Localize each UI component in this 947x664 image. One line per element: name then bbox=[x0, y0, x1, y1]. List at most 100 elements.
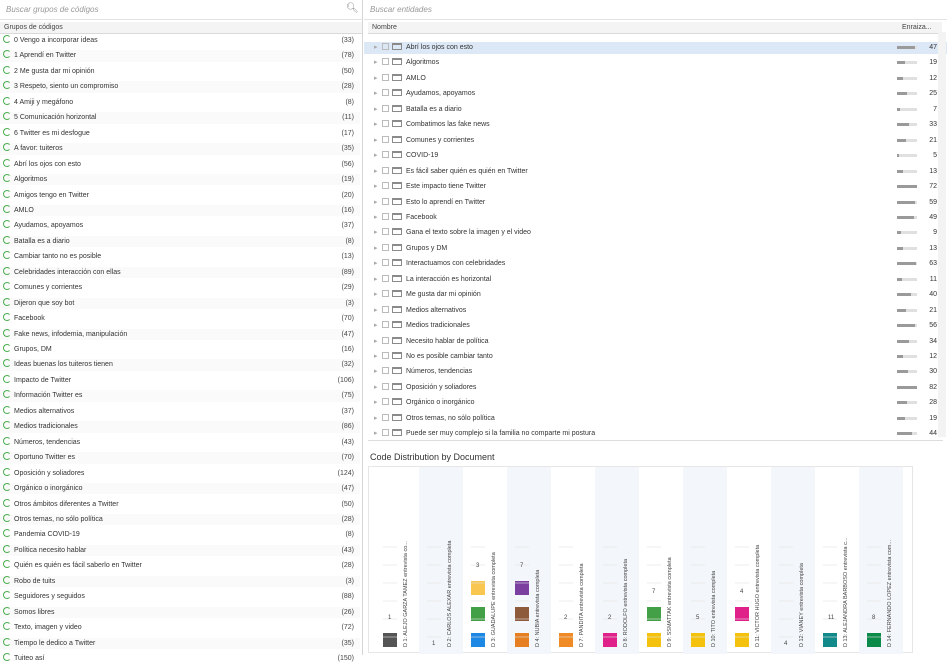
entity-row[interactable]: ▸ Combatimos las fake news 33 bbox=[364, 119, 947, 131]
code-group-item[interactable]: Política necesito hablar (43) bbox=[0, 544, 360, 557]
expand-icon[interactable]: ▸ bbox=[374, 320, 382, 332]
expand-icon[interactable]: ▸ bbox=[374, 135, 382, 147]
checkbox[interactable] bbox=[382, 182, 389, 190]
entity-row[interactable]: ▸ Algoritmos 19 bbox=[364, 57, 947, 69]
code-group-item[interactable]: Seguidores y seguidos (88) bbox=[0, 591, 360, 602]
expand-icon[interactable]: ▸ bbox=[374, 336, 382, 348]
code-group-item[interactable]: AMLO (16) bbox=[0, 204, 360, 217]
code-group-item[interactable]: 4 Amiji y megáfono (8) bbox=[0, 96, 360, 108]
expand-icon[interactable]: ▸ bbox=[374, 150, 382, 162]
expand-icon[interactable]: ▸ bbox=[374, 382, 382, 394]
code-group-item[interactable]: Dijeron que soy bot (3) bbox=[0, 297, 360, 310]
entity-row[interactable]: ▸ Grupos y DM 13 bbox=[364, 243, 947, 255]
entities-search[interactable]: Buscar entidades bbox=[364, 0, 947, 20]
checkbox[interactable] bbox=[382, 382, 389, 390]
code-group-item[interactable]: Facebook (70) bbox=[0, 313, 360, 324]
expand-icon[interactable]: ▸ bbox=[374, 227, 382, 239]
expand-icon[interactable]: ▸ bbox=[374, 397, 382, 409]
checkbox[interactable] bbox=[382, 151, 389, 159]
checkbox[interactable] bbox=[382, 413, 389, 421]
code-group-item[interactable]: 2 Me gusta dar mi opinión (50) bbox=[0, 65, 360, 77]
checkbox[interactable] bbox=[382, 398, 389, 406]
code-group-item[interactable]: Tiempo le dedico a Twitter (35) bbox=[0, 637, 360, 649]
chart-code-square[interactable] bbox=[515, 633, 529, 647]
checkbox[interactable] bbox=[382, 135, 389, 143]
checkbox[interactable] bbox=[382, 120, 389, 128]
checkbox[interactable] bbox=[382, 429, 389, 437]
entity-row[interactable]: ▸ Esto lo aprendí en Twitter 59 bbox=[364, 197, 947, 209]
code-group-item[interactable]: 1 Aprendí en Twitter (78) bbox=[0, 50, 360, 62]
entities-horizontal-scrollbar[interactable] bbox=[368, 440, 943, 446]
chart-code-square[interactable] bbox=[735, 633, 749, 647]
entity-row[interactable]: ▸ Me gusta dar mi opinión 40 bbox=[364, 289, 947, 301]
code-group-item[interactable]: Amigos tengo en Twitter (20) bbox=[0, 189, 360, 201]
expand-icon[interactable]: ▸ bbox=[374, 181, 382, 193]
entity-row[interactable]: ▸ Abrí los ojos con esto 47 bbox=[364, 42, 947, 54]
expand-icon[interactable]: ▸ bbox=[374, 57, 382, 69]
chart-code-square[interactable] bbox=[559, 633, 573, 647]
code-group-item[interactable]: Otros temas, no sólo política (28) bbox=[0, 513, 360, 526]
grounded-column-header[interactable]: Enraiza... bbox=[898, 22, 942, 34]
chart-code-square[interactable] bbox=[691, 633, 705, 647]
checkbox[interactable] bbox=[382, 197, 389, 205]
code-group-item[interactable]: Grupos, DM (16) bbox=[0, 344, 360, 355]
entities-vertical-scrollbar[interactable] bbox=[938, 32, 946, 437]
checkbox[interactable] bbox=[382, 305, 389, 313]
code-groups-search-input[interactable]: Buscar grupos de códigos bbox=[6, 5, 99, 14]
code-group-item[interactable]: Batalla es a diario (8) bbox=[0, 235, 360, 248]
checkbox[interactable] bbox=[382, 367, 389, 375]
entity-row[interactable]: ▸ Otros temas, no sólo política 19 bbox=[364, 413, 947, 425]
code-group-item[interactable]: Fake news, infodemia, manipulación (47) bbox=[0, 328, 360, 340]
entity-row[interactable]: ▸ Puede ser muy complejo si la familia no… bbox=[364, 428, 947, 440]
entity-row[interactable]: ▸ Interactuamos con celebridades 63 bbox=[364, 258, 947, 270]
checkbox[interactable] bbox=[382, 243, 389, 251]
checkbox[interactable] bbox=[382, 166, 389, 174]
code-group-item[interactable]: Celebridades interacción con ellas (89) bbox=[0, 266, 360, 279]
code-group-item[interactable]: Abrí los ojos con esto (56) bbox=[0, 158, 360, 170]
entity-row[interactable]: ▸ Orgánico o inorgánico 28 bbox=[364, 397, 947, 409]
code-group-item[interactable]: Quién es quién es fácil saberlo en Twitt… bbox=[0, 560, 360, 571]
checkbox[interactable] bbox=[382, 274, 389, 282]
code-group-item[interactable]: Orgánico o inorgánico (47) bbox=[0, 483, 360, 495]
code-group-item[interactable]: Oportuno Twitter es (70) bbox=[0, 452, 360, 464]
code-group-item[interactable]: Somos libres (26) bbox=[0, 606, 360, 619]
code-group-item[interactable]: Algoritmos (19) bbox=[0, 174, 360, 186]
expand-icon[interactable]: ▸ bbox=[374, 212, 382, 224]
checkbox[interactable] bbox=[382, 89, 389, 97]
code-group-item[interactable]: 5 Comunicación horizontal (11) bbox=[0, 112, 360, 124]
expand-icon[interactable]: ▸ bbox=[374, 88, 382, 100]
entity-row[interactable]: ▸ Facebook 49 bbox=[364, 212, 947, 224]
entity-row[interactable]: ▸ Números, tendencias 30 bbox=[364, 366, 947, 378]
checkbox[interactable] bbox=[382, 321, 389, 329]
code-groups-search[interactable]: Buscar grupos de códigos 🔍︎ bbox=[0, 0, 362, 20]
code-group-item[interactable]: A favor: tuiteros (35) bbox=[0, 143, 360, 155]
entity-row[interactable]: ▸ Medios tradicionales 56 bbox=[364, 320, 947, 332]
search-icon[interactable]: 🔍︎ bbox=[346, 4, 359, 14]
entity-row[interactable]: ▸ No es posible cambiar tanto 12 bbox=[364, 351, 947, 363]
code-group-item[interactable]: 6 Twitter es mi desfogue (17) bbox=[0, 127, 360, 139]
code-group-item[interactable]: Comunes y corrientes (29) bbox=[0, 282, 360, 293]
checkbox[interactable] bbox=[382, 212, 389, 220]
expand-icon[interactable]: ▸ bbox=[374, 366, 382, 378]
entity-row[interactable]: ▸ Necesito hablar de política 34 bbox=[364, 336, 947, 348]
checkbox[interactable] bbox=[382, 290, 389, 298]
entities-search-input[interactable]: Buscar entidades bbox=[370, 5, 432, 14]
entity-row[interactable]: ▸ Es fácil saber quién es quién en Twitte… bbox=[364, 166, 947, 178]
chart-code-square[interactable] bbox=[471, 633, 485, 647]
expand-icon[interactable]: ▸ bbox=[374, 274, 382, 286]
expand-icon[interactable]: ▸ bbox=[374, 42, 382, 54]
chart-code-square[interactable] bbox=[647, 633, 661, 647]
code-group-item[interactable]: Cambiar tanto no es posible (13) bbox=[0, 251, 360, 262]
expand-icon[interactable]: ▸ bbox=[374, 119, 382, 131]
code-group-item[interactable]: Texto, imagen y video (72) bbox=[0, 622, 360, 633]
chart-code-square[interactable] bbox=[603, 633, 617, 647]
entity-row[interactable]: ▸ Este impacto tiene Twitter 72 bbox=[364, 181, 947, 193]
code-group-item[interactable]: Información Twitter es (75) bbox=[0, 390, 360, 402]
checkbox[interactable] bbox=[382, 58, 389, 66]
expand-icon[interactable]: ▸ bbox=[374, 413, 382, 425]
expand-icon[interactable]: ▸ bbox=[374, 243, 382, 255]
checkbox[interactable] bbox=[382, 259, 389, 267]
checkbox[interactable] bbox=[382, 73, 389, 81]
expand-icon[interactable]: ▸ bbox=[374, 166, 382, 178]
expand-icon[interactable]: ▸ bbox=[374, 305, 382, 317]
